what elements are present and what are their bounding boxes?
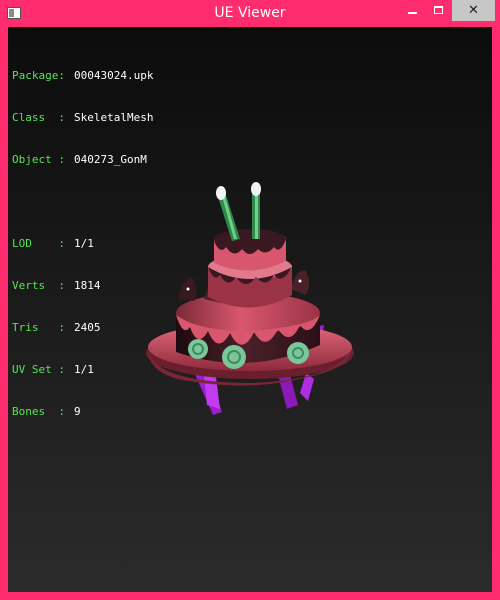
3d-viewport[interactable]: Package: 00043024.upk Class : SkeletalMesh… [8,27,492,592]
minimize-icon [408,12,417,14]
cake-top-tier [214,229,286,271]
close-icon: ✕ [468,3,479,18]
minimize-button[interactable] [399,0,426,21]
close-button[interactable]: ✕ [452,0,495,21]
maximize-icon [434,6,443,14]
maximize-button[interactable] [426,0,452,21]
cake-hat-model[interactable] [8,27,492,592]
title-bar[interactable]: UE Viewer ✕ [0,0,500,26]
app-window: UE Viewer ✕ Package: 00043024.upk Class :… [0,0,500,600]
